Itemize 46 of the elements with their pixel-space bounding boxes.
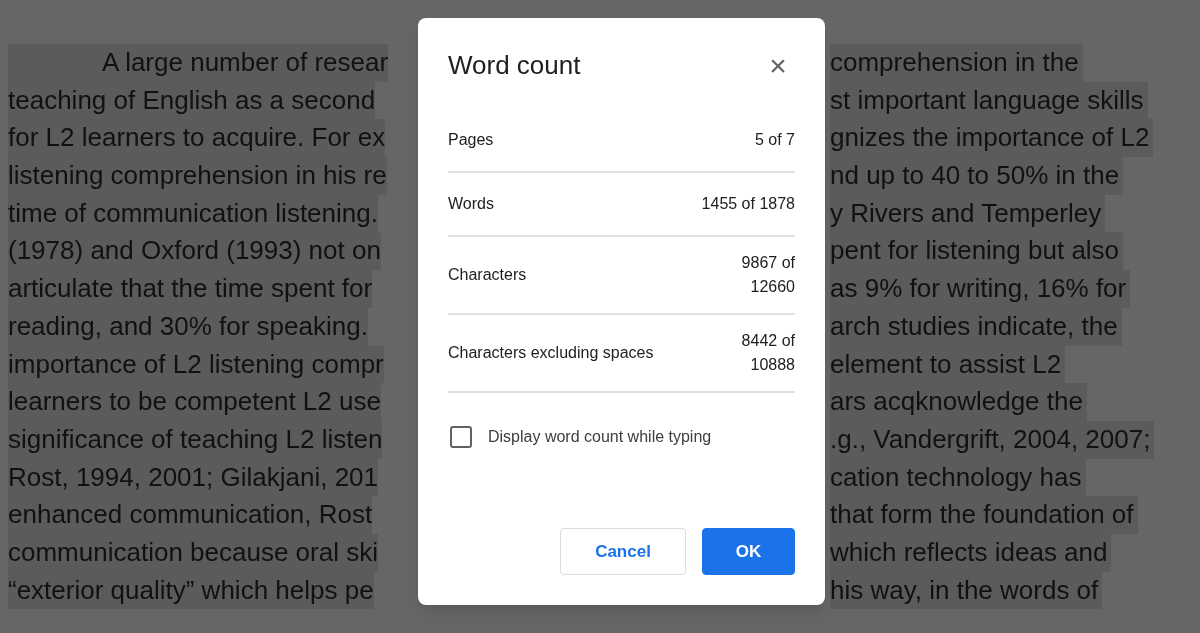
document-text: arch studies indicate, the — [830, 307, 1122, 346]
document-text: which reflects ideas and — [830, 533, 1112, 572]
ok-button[interactable]: OK — [702, 528, 795, 575]
document-text: st important language skills — [830, 81, 1148, 120]
document-text: importance of L2 listening compr — [8, 345, 384, 384]
document-text: his way, in the words of — [830, 571, 1103, 610]
document-text: as 9% for writing, 16% for — [830, 270, 1131, 308]
document-text: (1978) and Oxford (1993) not on — [8, 232, 381, 271]
document-text: articulate that the time spent for — [8, 270, 373, 308]
document-text: comprehension in the — [830, 44, 1083, 82]
stat-value: 9867 of — [741, 253, 795, 273]
document-text: gnizes the importance of L2 — [830, 119, 1154, 158]
document-text: ars acqknowledge the — [830, 383, 1087, 421]
document-text: learners to be competent L2 use — [8, 383, 381, 421]
document-text: y Rivers and Temperley — [830, 194, 1106, 233]
document-text: enhanced communication, Rost — [8, 496, 373, 534]
document-text: time of communication listening. — [8, 194, 378, 233]
document-text: “exterior quality” which helps pe — [8, 571, 374, 610]
document-text: nd up to 40 to 50% in the — [830, 157, 1124, 195]
dialog-title: Word count — [448, 49, 581, 82]
close-button[interactable]: × — [763, 50, 793, 81]
stat-label: Words — [448, 194, 494, 214]
document-text: communication because oral ski — [8, 533, 378, 572]
document-text: Rost, 1994, 2001; Gilakjani, 201 — [8, 458, 379, 497]
document-text: that form the foundation of — [830, 496, 1138, 534]
document-text: cation technology has — [830, 458, 1086, 497]
document-text: significance of teaching L2 listen — [8, 420, 383, 459]
stat-value: 10888 — [749, 355, 795, 375]
stat-value: 5 of 7 — [754, 130, 795, 150]
stat-label: Characters excluding spaces — [448, 343, 654, 363]
stat-value: 12660 — [749, 277, 795, 297]
checkbox-label: Display word count while typing — [488, 427, 712, 447]
document-text: teaching of English as a second — [8, 81, 376, 120]
stat-label: Pages — [448, 130, 494, 150]
cancel-button[interactable]: Cancel — [560, 528, 686, 575]
document-text: listening comprehension in his re — [8, 157, 387, 195]
stat-value: 1455 of 1878 — [701, 194, 795, 214]
document-text: pent for listening but also — [830, 232, 1124, 271]
document-text: A large number of resear — [8, 44, 389, 82]
document-text: reading, and 30% for speaking. — [8, 307, 368, 346]
checkbox[interactable] — [450, 426, 472, 448]
stat-label: Characters — [448, 265, 527, 285]
document-text: for L2 learners to acquire. For ex — [8, 119, 386, 158]
document-text: element to assist L2 — [830, 345, 1066, 384]
stat-value: 8442 of — [741, 331, 795, 351]
document-text: .g., Vandergrift, 2004, 2007; — [830, 420, 1155, 459]
